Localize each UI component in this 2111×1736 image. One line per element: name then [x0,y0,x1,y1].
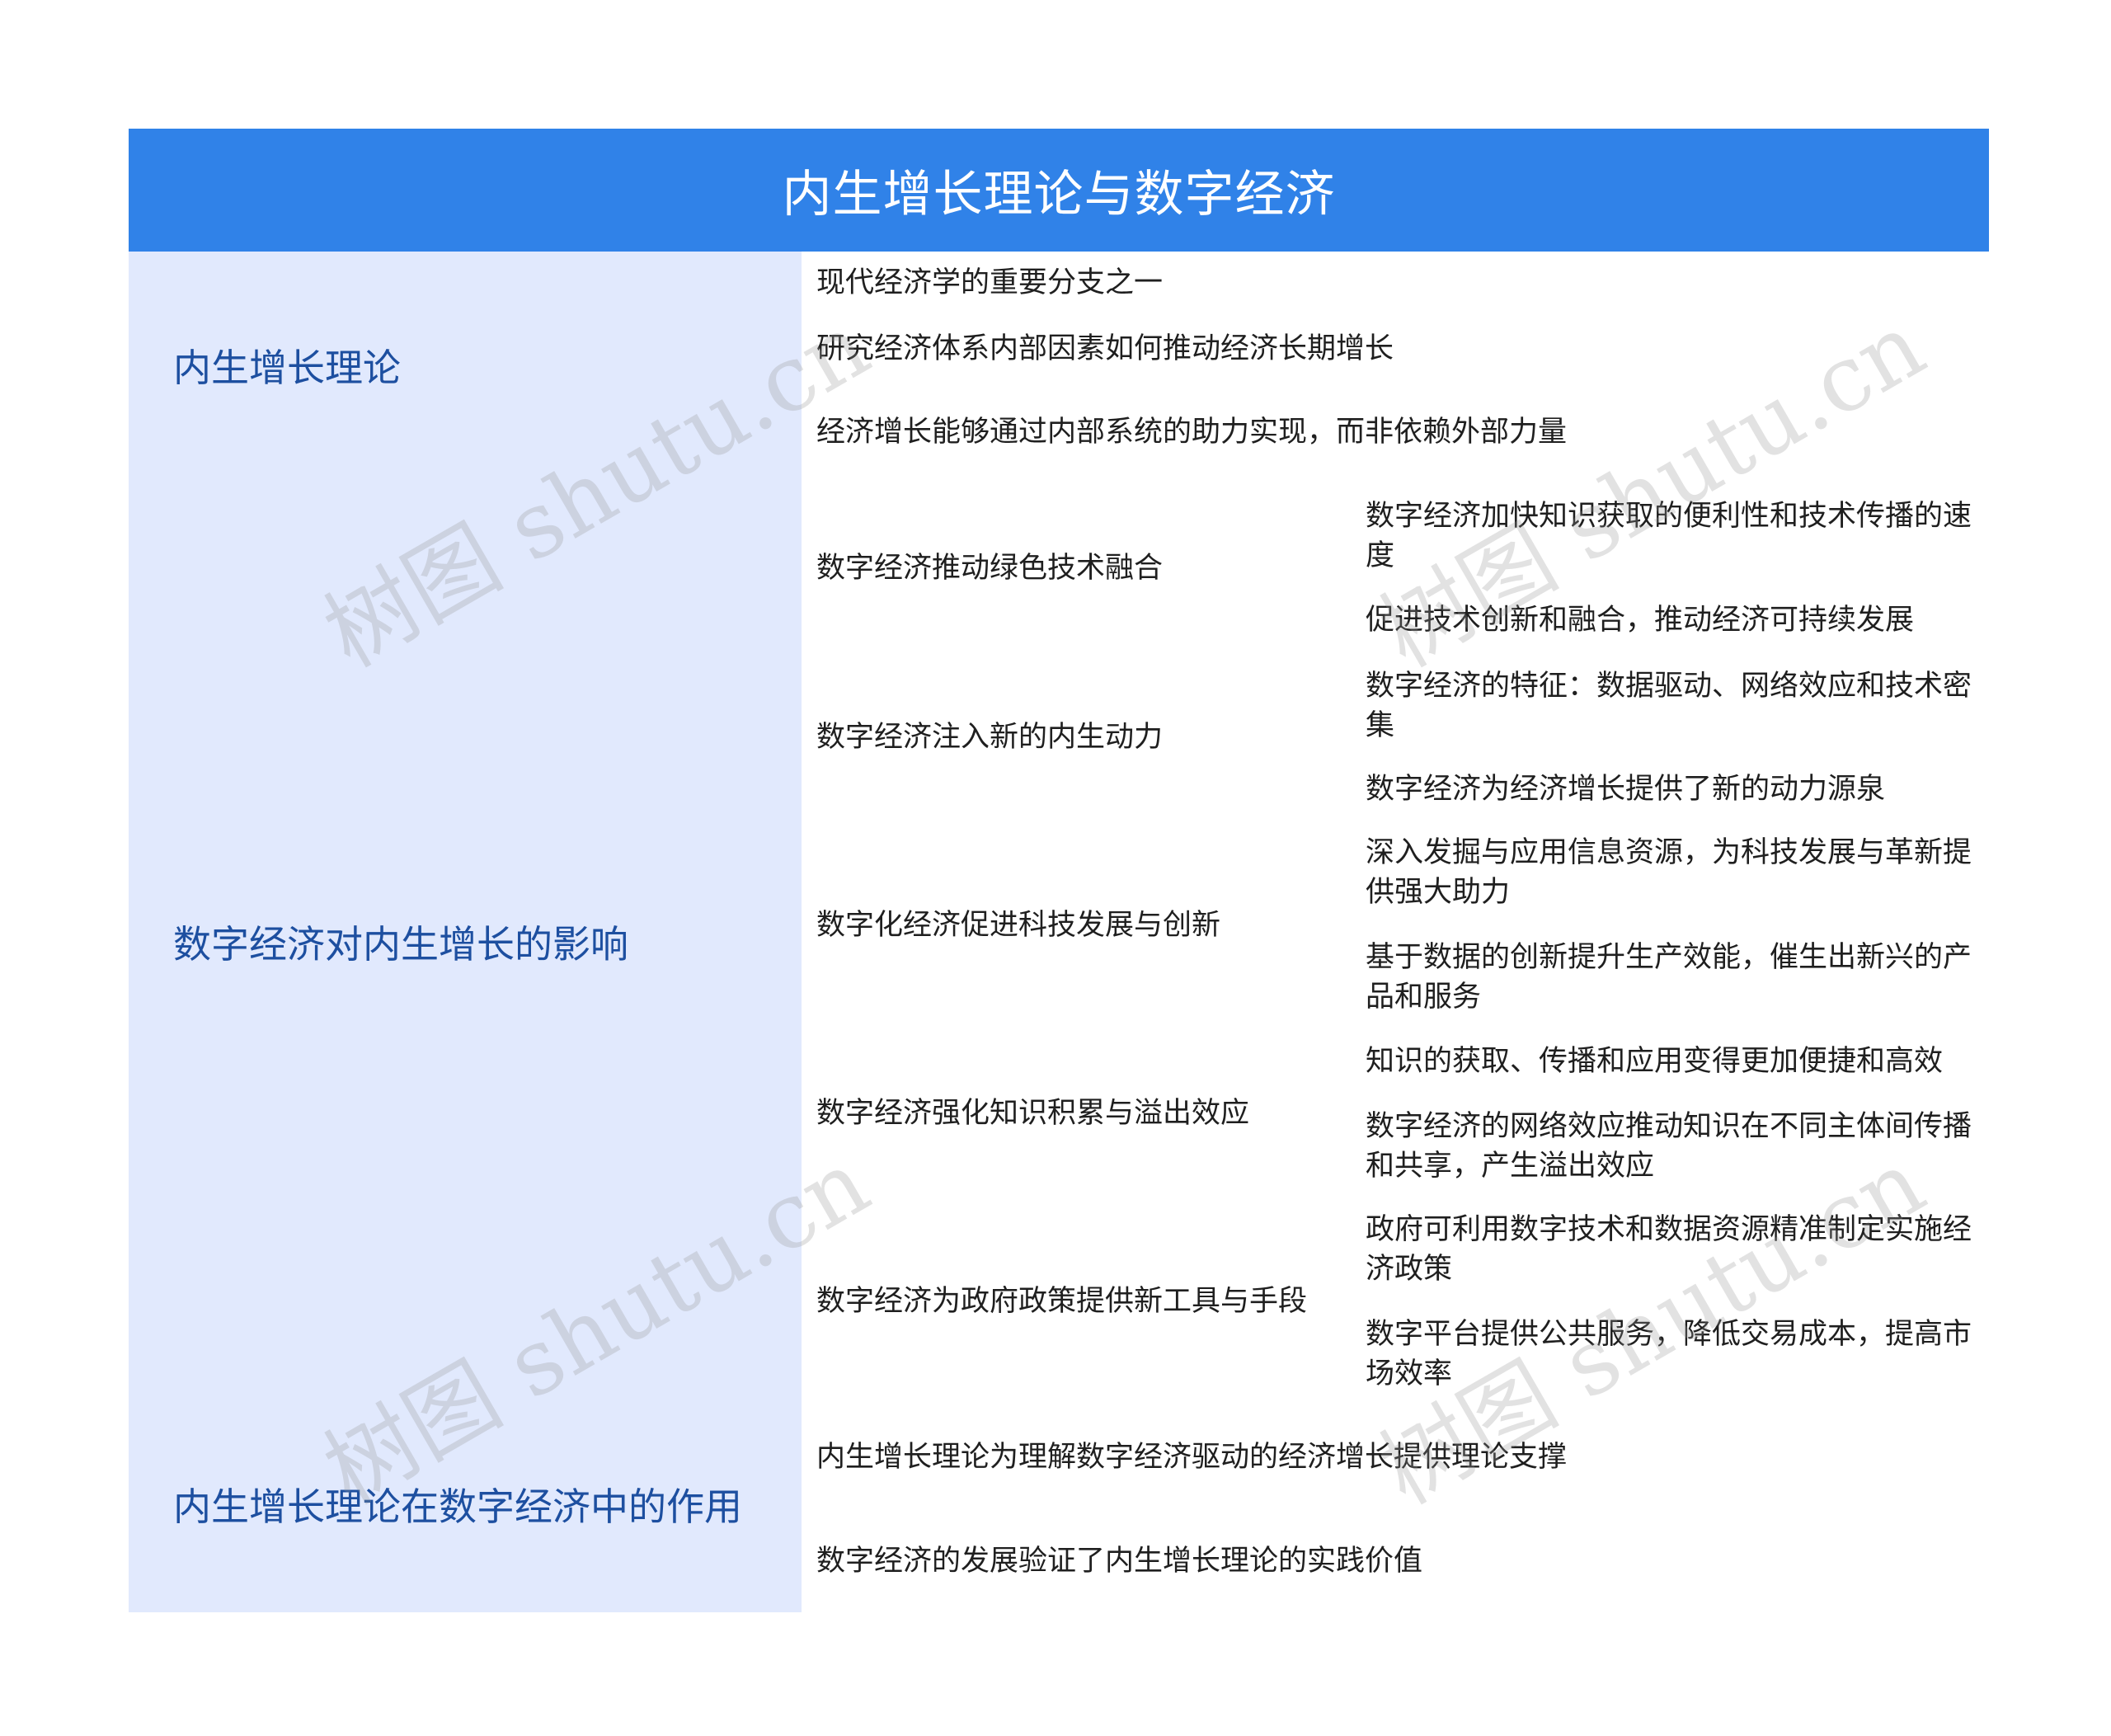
list-item: 经济增长能够通过内部系统的助力实现，而非依赖外部力量 [816,416,1568,449]
leaf-node: 深入发掘与应用信息资源，为科技发展与革新提供强大助力 [1366,836,1972,909]
branch-node: 数字经济为政府政策提供新工具与手段 [816,1285,1308,1318]
list-item: 内生增长理论为理解数字经济驱动的经济增长提供理论支撑 [816,1441,1568,1474]
branch-node: 数字经济注入新的内生动力 [816,721,1164,754]
leaf-node: 数字经济为经济增长提供了新的动力源泉 [1366,773,1886,806]
list-item: 研究经济体系内部因素如何推动经济长期增长 [816,332,1394,365]
leaf-node: 数字经济加快知识获取的便利性和技术传播的速度 [1366,500,1972,572]
leaf-node: 数字平台提供公共服务，降低交易成本，提高市场效率 [1366,1318,1972,1390]
branch-node: 数字经济强化知识积累与溢出效应 [816,1097,1250,1130]
leaf-node: 数字经济的网络效应推动知识在不同主体间传播和共享，产生溢出效应 [1366,1110,1972,1183]
section-label-digital-impact: 数字经济对内生增长的影响 [173,922,628,967]
leaf-node: 知识的获取、传播和应用变得更加便捷和高效 [1366,1045,1944,1078]
list-item: 数字经济的发展验证了内生增长理论的实践价值 [816,1545,1423,1578]
branch-node: 数字经济推动绿色技术融合 [816,552,1164,585]
page-title: 内生增长理论与数字经济 [129,129,1989,252]
leaf-node: 数字经济的特征：数据驱动、网络效应和技术密集 [1366,670,1972,742]
leaf-node: 基于数据的创新提升生产效能，催生出新兴的产品和服务 [1366,941,1972,1014]
list-item: 现代经济学的重要分支之一 [816,266,1164,299]
branch-node: 数字化经济促进科技发展与创新 [816,909,1221,942]
section-label-theory-role: 内生增长理论在数字经济中的作用 [173,1484,742,1529]
leaf-node: 促进技术创新和融合，推动经济可持续发展 [1366,604,1915,637]
section-label-endogenous-growth: 内生增长理论 [173,346,401,390]
leaf-node: 政府可利用数字技术和数据资源精准制定实施经济政策 [1366,1213,1972,1286]
